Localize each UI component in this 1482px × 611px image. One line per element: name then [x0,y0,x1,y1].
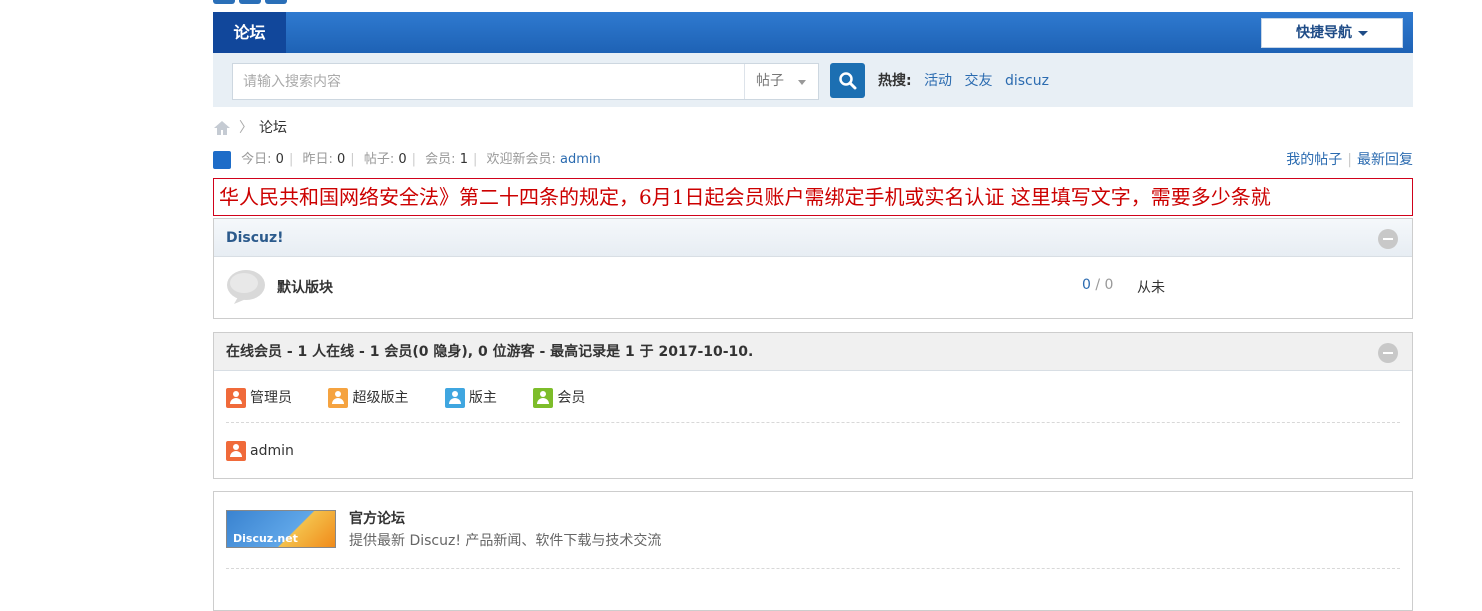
legend-label: 超级版主 [352,390,409,406]
category-title[interactable]: Discuz! [226,230,284,246]
stat-today-label: 今日: [241,152,272,167]
search-type-label: 帖子 [756,73,784,89]
legend-label: 管理员 [250,390,292,406]
discuz-logo-text: Discuz.net [233,532,298,545]
stats-chart-icon [213,150,231,169]
welcome-user-link[interactable]: admin [560,152,601,167]
hot-search-label: 热搜: [878,73,912,89]
legend-label: 版主 [468,390,497,406]
breadcrumb-current[interactable]: 论坛 [259,120,287,136]
search-box: 帖子 [232,63,819,100]
online-legend: 管理员 超级版主 版主 会员 [226,388,617,410]
search-icon [839,72,857,90]
search-button[interactable] [830,63,865,98]
user-admin-icon [226,441,246,461]
discuz-logo[interactable]: Discuz.net [226,510,336,548]
notice-marquee: 华人民共和国网络安全法》第二十四条的规定，6月1日起会员账户需绑定手机或实名认证… [213,178,1413,216]
search-bar: 帖子 热搜: 活动 交友 discuz [213,53,1413,107]
latest-replies-link[interactable]: 最新回复 [1357,152,1413,168]
online-user: admin [226,441,294,461]
user-member-icon [533,388,554,408]
category-block: Discuz! 默认版块 0 / 0 从未 [213,218,1413,319]
category-header: Discuz! [214,219,1412,257]
chevron-down-icon [1358,30,1368,36]
search-type-select[interactable]: 帖子 [744,64,818,99]
link-title[interactable]: 官方论坛 [349,508,405,528]
main-nav: 论坛 快捷导航 [213,12,1413,53]
online-title: 在线会员 - 1 人在线 - 1 会员(0 隐身), 0 位游客 - 最高记录是… [226,344,754,360]
user-links: 我的帖子 | 最新回复 [1286,152,1413,168]
stat-today-value: 0 [275,152,284,167]
collapse-icon[interactable] [1378,343,1398,363]
welcome-label: 欢迎新会员: [486,152,556,167]
user-admin-icon [226,388,246,408]
home-icon[interactable] [213,119,231,137]
forum-last-post: 从未 [1137,280,1165,296]
search-input[interactable] [233,64,744,99]
my-posts-link[interactable]: 我的帖子 [1286,152,1342,168]
user-supermod-icon [328,388,349,408]
forum-stats: 今日: 0 | 昨日: 0 | 帖子: 0 | 会员: 1 | 欢迎新会员: admin… [213,150,1413,170]
site-logo[interactable] [213,0,373,4]
user-mod-icon [444,388,465,408]
breadcrumb: 〉论坛 [213,118,287,138]
forum-post-count: 0 [1104,277,1114,293]
chevron-down-icon [798,80,806,85]
collapse-icon[interactable] [1378,229,1398,249]
link-desc: 提供最新 Discuz! 产品新闻、软件下载与技术交流 [349,533,662,549]
stat-posts-value: 0 [398,152,407,167]
forum-name-link[interactable]: 默认版块 [277,277,333,297]
divider [226,568,1400,569]
quick-nav-label: 快捷导航 [1296,25,1352,41]
breadcrumb-separator: 〉 [239,120,253,136]
stat-yesterday-label: 昨日: [302,152,333,167]
hot-search: 热搜: 活动 交友 discuz [878,71,1057,91]
hot-search-link[interactable]: 活动 [924,73,952,89]
legend-admin: 管理员 [226,388,292,408]
forum-count-separator: / [1095,277,1101,293]
online-block: 在线会员 - 1 人在线 - 1 会员(0 隐身), 0 位游客 - 最高记录是… [213,332,1413,479]
divider [226,422,1400,423]
legend-super-mod: 超级版主 [328,388,409,408]
stat-yesterday-value: 0 [337,152,346,167]
hot-search-link[interactable]: 交友 [965,73,993,89]
stat-posts-label: 帖子: [363,152,395,167]
legend-member: 会员 [533,388,586,408]
online-user-link[interactable]: admin [250,443,294,459]
links-block: Discuz.net 官方论坛 提供最新 Discuz! 产品新闻、软件下载与技… [213,491,1413,611]
forum-bubble-icon[interactable] [226,269,266,305]
forum-counts: 0 / 0 [1082,277,1113,293]
forum-thread-count: 0 [1082,277,1091,293]
legend-label: 会员 [557,390,586,406]
legend-mod: 版主 [444,388,497,408]
nav-tab-forum[interactable]: 论坛 [213,12,286,53]
stat-members-label: 会员: [425,152,456,167]
notice-text[interactable]: 华人民共和国网络安全法》第二十四条的规定，6月1日起会员账户需绑定手机或实名认证… [219,185,1271,209]
quick-nav-button[interactable]: 快捷导航 [1261,18,1403,48]
forum-row: 默认版块 0 / 0 从未 [214,257,1412,318]
stat-members-value: 1 [459,152,468,167]
online-header: 在线会员 - 1 人在线 - 1 会员(0 隐身), 0 位游客 - 最高记录是… [214,333,1412,371]
hot-search-link[interactable]: discuz [1005,73,1049,89]
